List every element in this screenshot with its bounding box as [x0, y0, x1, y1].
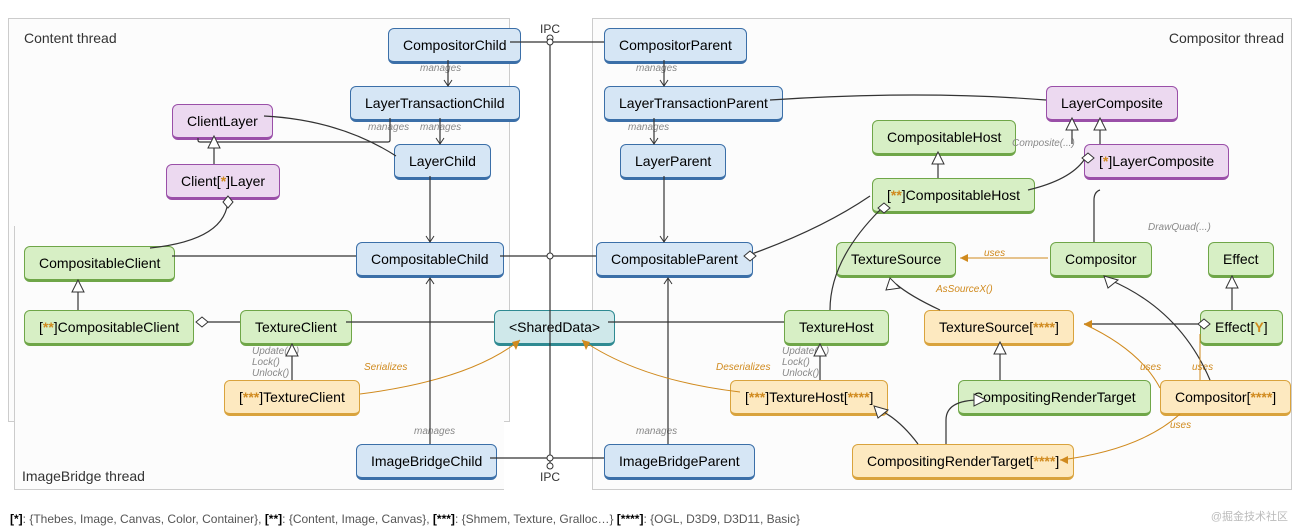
- node-compositing-render-target-star: CompositingRenderTarget[****]: [852, 444, 1074, 480]
- node-compositable-child: CompositableChild: [356, 242, 504, 278]
- node-client-layer: ClientLayer: [172, 104, 273, 140]
- footer-legend: [*]: {Thebes, Image, Canvas, Color, Cont…: [10, 512, 800, 526]
- node-star-compositable-host: [**]CompositableHost: [872, 178, 1035, 214]
- node-layer-child: LayerChild: [394, 144, 491, 180]
- node-star-texture-client: [***]TextureClient: [224, 380, 360, 416]
- node-compositor-star: Compositor[****]: [1160, 380, 1291, 416]
- node-star-texture-host: [***]TextureHost[****]: [730, 380, 888, 416]
- lbl-manages-4: manages: [636, 63, 677, 74]
- lbl-update1: Update(...) Lock() Unlock(): [252, 346, 299, 379]
- node-effect: Effect: [1208, 242, 1274, 278]
- lbl-manages-6: manages: [414, 426, 455, 437]
- lbl-manages-5: manages: [628, 122, 669, 133]
- node-image-bridge-parent: ImageBridgeParent: [604, 444, 755, 480]
- node-compositor: Compositor: [1050, 242, 1152, 278]
- lbl-manages-1: manages: [420, 63, 461, 74]
- node-texture-host: TextureHost: [784, 310, 889, 346]
- region-imagebridge-label: ImageBridge thread: [22, 468, 145, 484]
- node-compositing-render-target: CompositingRenderTarget: [958, 380, 1151, 416]
- watermark: @掘金技术社区: [1211, 508, 1288, 524]
- node-texture-source: TextureSource: [836, 242, 956, 278]
- node-star-layer-composite: [*]LayerComposite: [1084, 144, 1229, 180]
- ipc-top: IPC: [540, 22, 560, 36]
- lbl-uses1: uses: [984, 248, 1005, 259]
- node-layer-transaction-child: LayerTransactionChild: [350, 86, 520, 122]
- node-image-bridge-child: ImageBridgeChild: [356, 444, 497, 480]
- node-compositable-client: CompositableClient: [24, 246, 175, 282]
- node-texture-client: TextureClient: [240, 310, 352, 346]
- lbl-uses4: uses: [1170, 420, 1191, 431]
- node-client-star-layer: Client[*]Layer: [166, 164, 280, 200]
- node-texture-source-star: TextureSource[****]: [924, 310, 1074, 346]
- region-compositor-label: Compositor thread: [1169, 30, 1284, 46]
- lbl-serializes: Serializes: [364, 362, 407, 373]
- ipc-bottom: IPC: [540, 470, 560, 484]
- lbl-deserializes: Deserializes: [716, 362, 770, 373]
- lbl-uses3: uses: [1192, 362, 1213, 373]
- lbl-manages-2: manages: [368, 122, 409, 133]
- lbl-uses2: uses: [1140, 362, 1161, 373]
- lbl-drawquad: DrawQuad(...): [1148, 222, 1211, 233]
- node-star-compositable-client: [**]CompositableClient: [24, 310, 194, 346]
- node-compositor-parent: CompositorParent: [604, 28, 747, 64]
- lbl-composite: Composite(...): [1012, 138, 1075, 149]
- node-layer-transaction-parent: LayerTransactionParent: [604, 86, 783, 122]
- region-content-label: Content thread: [24, 30, 117, 46]
- node-effect-y: Effect[Y]: [1200, 310, 1283, 346]
- node-layer-composite: LayerComposite: [1046, 86, 1178, 122]
- node-compositor-child: CompositorChild: [388, 28, 521, 64]
- node-layer-parent: LayerParent: [620, 144, 726, 180]
- node-shared-data: <SharedData>: [494, 310, 615, 346]
- lbl-assourcex: AsSourceX(): [936, 284, 993, 295]
- lbl-manages-3: manages: [420, 122, 461, 133]
- node-compositable-parent: CompositableParent: [596, 242, 753, 278]
- lbl-manages-7: manages: [636, 426, 677, 437]
- node-compositable-host: CompositableHost: [872, 120, 1016, 156]
- lbl-update2: Update(...) Lock() Unlock(): [782, 346, 829, 379]
